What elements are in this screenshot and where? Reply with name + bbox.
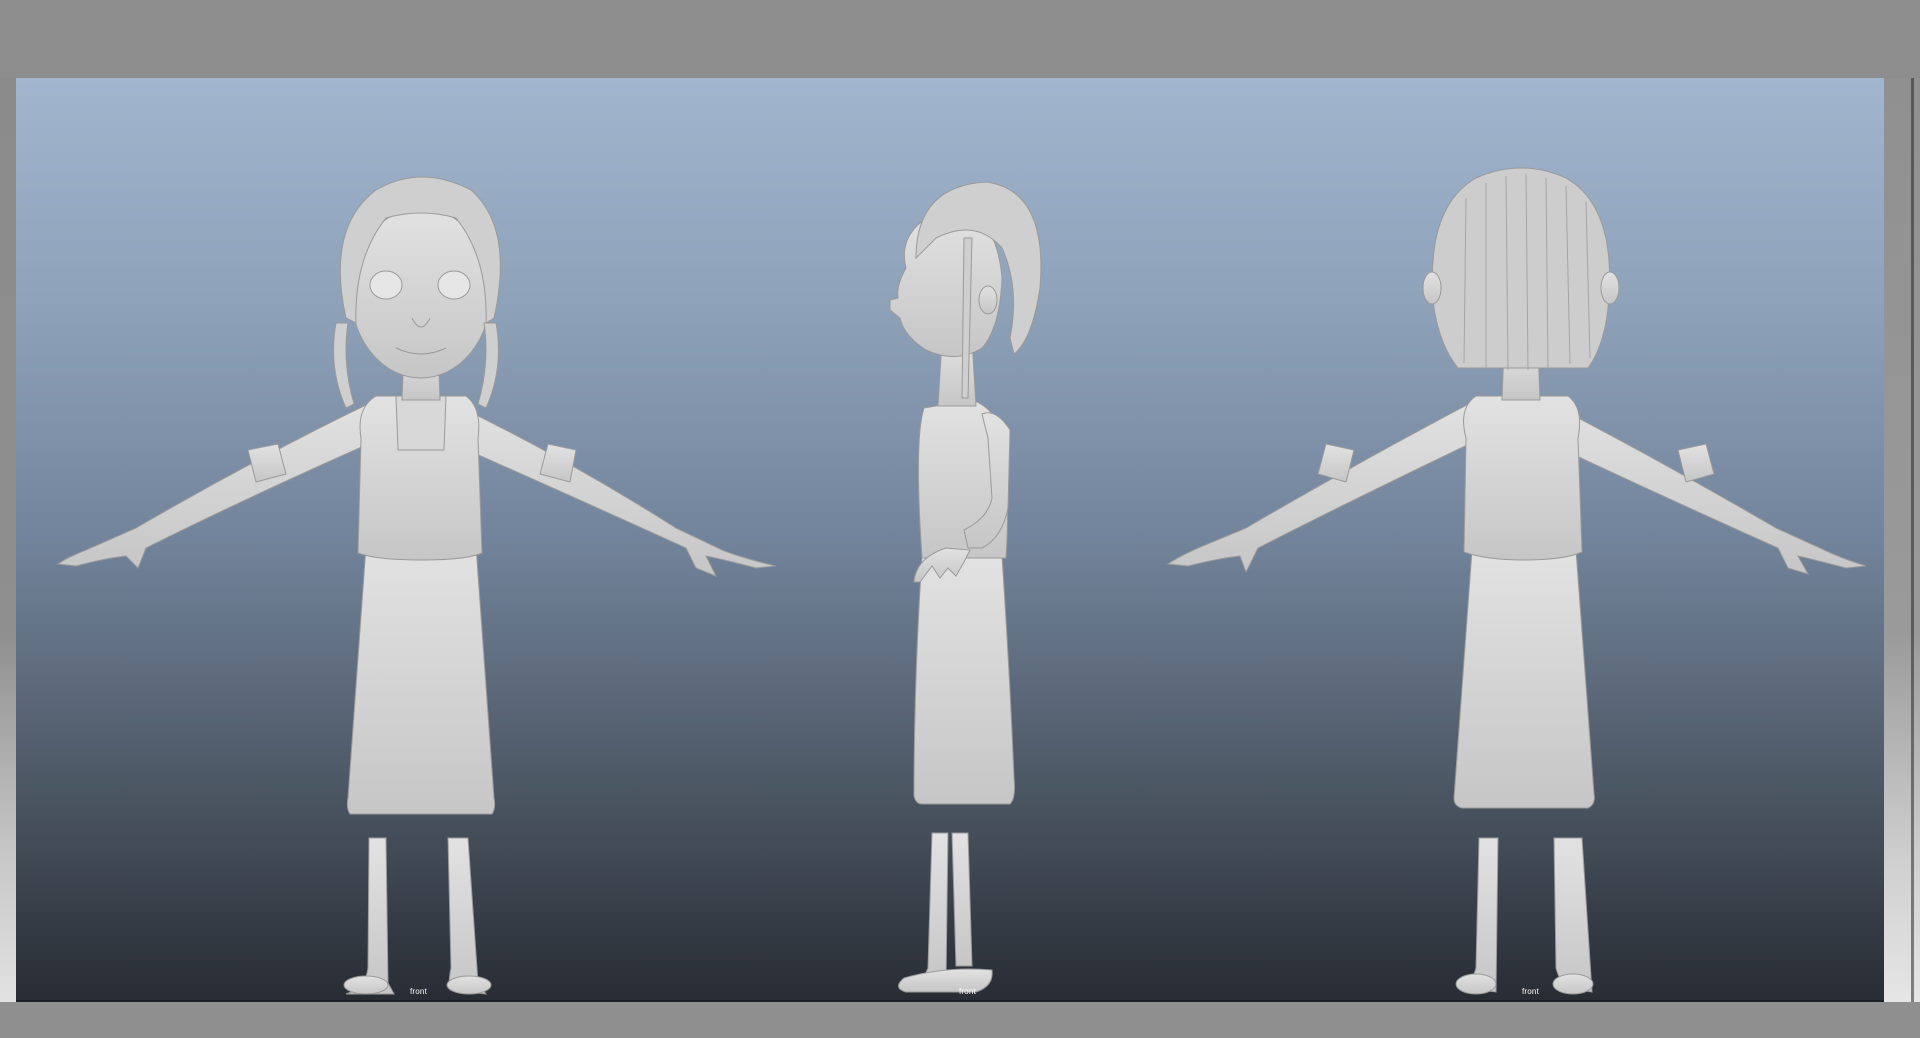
- character-side-model: [889, 181, 1042, 993]
- 3d-viewport[interactable]: front front front: [16, 78, 1884, 1002]
- character-back-model: [1166, 167, 1867, 995]
- view-panel-side[interactable]: front: [796, 78, 1136, 1002]
- view-panel-back[interactable]: front: [1136, 78, 1884, 1002]
- right-border: [1884, 78, 1920, 1002]
- top-band: [0, 0, 1920, 78]
- bottom-band: [0, 1002, 1920, 1038]
- camera-label: front: [959, 987, 977, 996]
- view-panel-front[interactable]: front: [16, 78, 796, 1002]
- right-edge-line: [1911, 78, 1914, 1002]
- character-front-model: [56, 176, 777, 995]
- camera-label: front: [1522, 987, 1540, 996]
- left-border: [0, 78, 16, 1002]
- camera-label: front: [410, 987, 428, 996]
